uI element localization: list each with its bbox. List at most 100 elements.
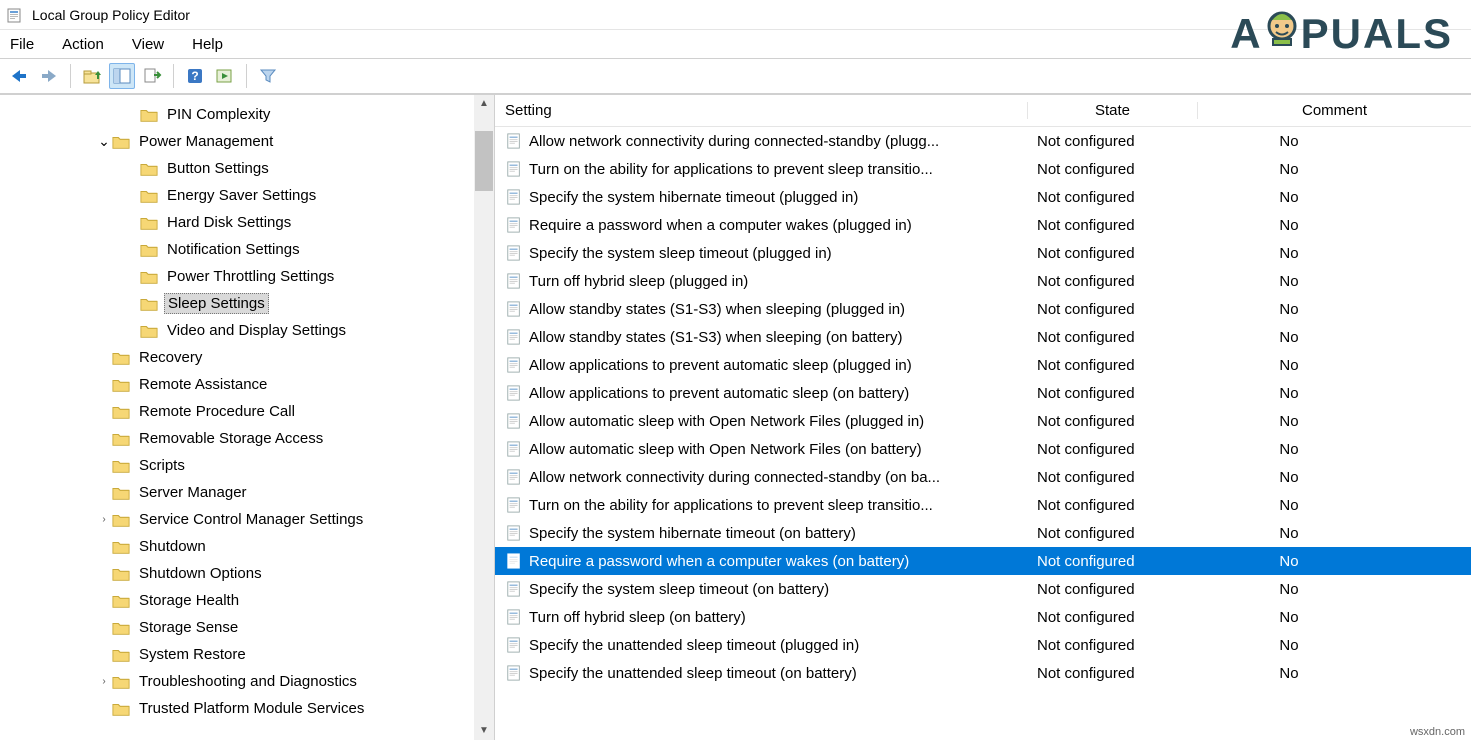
setting-row[interactable]: Specify the system hibernate timeout (pl…	[495, 183, 1471, 211]
filter-button[interactable]	[255, 63, 281, 89]
setting-row[interactable]: Require a password when a computer wakes…	[495, 547, 1471, 575]
menu-file[interactable]: File	[10, 36, 34, 53]
export-list-button[interactable]	[139, 63, 165, 89]
back-button[interactable]	[6, 63, 32, 89]
policy-icon	[503, 441, 525, 457]
tree-item-label: Recovery	[136, 348, 205, 367]
folder-icon	[140, 188, 158, 204]
setting-comment: No	[1197, 301, 1471, 318]
watermark-head-icon	[1259, 6, 1305, 62]
scroll-thumb[interactable]	[475, 131, 493, 191]
tree-item[interactable]: Trusted Platform Module Services	[0, 695, 494, 722]
column-state[interactable]: State	[1027, 102, 1197, 119]
tree-item-label: Troubleshooting and Diagnostics	[136, 672, 360, 691]
column-setting[interactable]: Setting	[495, 102, 1027, 119]
tree-item[interactable]: Energy Saver Settings	[0, 182, 494, 209]
expand-icon[interactable]: ›	[96, 676, 112, 687]
scroll-up-icon[interactable]: ▲	[479, 95, 489, 113]
folder-tree[interactable]: PIN Complexity ⌄Power ManagementButton Se…	[0, 101, 494, 722]
show-button[interactable]	[212, 63, 238, 89]
tree-item-label: PIN Complexity	[164, 105, 273, 124]
settings-list[interactable]: Allow network connectivity during connec…	[495, 127, 1471, 740]
forward-button[interactable]	[36, 63, 62, 89]
tree-item[interactable]: PIN Complexity	[0, 101, 494, 128]
policy-icon	[503, 581, 525, 597]
help-button[interactable]: ?	[182, 63, 208, 89]
setting-row[interactable]: Specify the system hibernate timeout (on…	[495, 519, 1471, 547]
policy-icon	[503, 525, 525, 541]
folder-icon	[112, 701, 130, 717]
setting-row[interactable]: Allow network connectivity during connec…	[495, 463, 1471, 491]
tree-item[interactable]: Shutdown Options	[0, 560, 494, 587]
setting-name: Specify the system sleep timeout (on bat…	[529, 581, 1027, 598]
setting-comment: No	[1197, 441, 1471, 458]
policy-icon	[503, 637, 525, 653]
toolbar-separator-3	[246, 64, 247, 88]
collapse-icon[interactable]: ⌄	[96, 133, 112, 150]
setting-name: Allow network connectivity during connec…	[529, 469, 1027, 486]
setting-state: Not configured	[1027, 553, 1197, 570]
setting-row[interactable]: Allow automatic sleep with Open Network …	[495, 435, 1471, 463]
setting-name: Allow standby states (S1-S3) when sleepi…	[529, 329, 1027, 346]
scroll-down-icon[interactable]: ▼	[479, 722, 489, 740]
setting-state: Not configured	[1027, 245, 1197, 262]
tree-item[interactable]: › Troubleshooting and Diagnostics	[0, 668, 494, 695]
tree-item[interactable]: ⌄Power Management	[0, 128, 494, 155]
setting-comment: No	[1197, 133, 1471, 150]
tree-item[interactable]: Hard Disk Settings	[0, 209, 494, 236]
tree-item[interactable]: Storage Health	[0, 587, 494, 614]
setting-row[interactable]: Turn off hybrid sleep (plugged in)Not co…	[495, 267, 1471, 295]
menu-help[interactable]: Help	[192, 36, 223, 53]
tree-item[interactable]: Server Manager	[0, 479, 494, 506]
tree-item[interactable]: Power Throttling Settings	[0, 263, 494, 290]
tree-item[interactable]: Removable Storage Access	[0, 425, 494, 452]
tree-item[interactable]: Storage Sense	[0, 614, 494, 641]
setting-row[interactable]: Allow automatic sleep with Open Network …	[495, 407, 1471, 435]
up-one-level-button[interactable]	[79, 63, 105, 89]
tree-item[interactable]: System Restore	[0, 641, 494, 668]
tree-item[interactable]: Button Settings	[0, 155, 494, 182]
policy-icon	[503, 385, 525, 401]
setting-row[interactable]: Allow applications to prevent automatic …	[495, 379, 1471, 407]
tree-item[interactable]: Sleep Settings	[0, 290, 494, 317]
setting-row[interactable]: Specify the system sleep timeout (on bat…	[495, 575, 1471, 603]
setting-row[interactable]: Turn on the ability for applications to …	[495, 491, 1471, 519]
show-hide-tree-button[interactable]	[109, 63, 135, 89]
tree-item[interactable]: Video and Display Settings	[0, 317, 494, 344]
tree-scrollbar[interactable]: ▲ ▼	[474, 95, 494, 740]
setting-name: Turn on the ability for applications to …	[529, 497, 1027, 514]
tree-item[interactable]: Scripts	[0, 452, 494, 479]
tree-item[interactable]: Remote Procedure Call	[0, 398, 494, 425]
setting-row[interactable]: Specify the unattended sleep timeout (pl…	[495, 631, 1471, 659]
folder-icon	[112, 566, 130, 582]
folder-icon	[112, 404, 130, 420]
content: PIN Complexity ⌄Power ManagementButton Se…	[0, 94, 1471, 740]
policy-icon	[503, 161, 525, 177]
column-headers[interactable]: Setting State Comment	[495, 95, 1471, 127]
expand-icon[interactable]: ›	[96, 514, 112, 525]
tree-item[interactable]: Notification Settings	[0, 236, 494, 263]
setting-name: Turn off hybrid sleep (plugged in)	[529, 273, 1027, 290]
setting-row[interactable]: Turn off hybrid sleep (on battery)Not co…	[495, 603, 1471, 631]
setting-row[interactable]: Specify the system sleep timeout (plugge…	[495, 239, 1471, 267]
policy-icon	[503, 413, 525, 429]
menu-view[interactable]: View	[132, 36, 164, 53]
setting-row[interactable]: Require a password when a computer wakes…	[495, 211, 1471, 239]
tree-item[interactable]: Remote Assistance	[0, 371, 494, 398]
setting-row[interactable]: Allow standby states (S1-S3) when sleepi…	[495, 295, 1471, 323]
setting-row[interactable]: Turn on the ability for applications to …	[495, 155, 1471, 183]
setting-row[interactable]: Allow network connectivity during connec…	[495, 127, 1471, 155]
setting-comment: No	[1197, 273, 1471, 290]
tree-item[interactable]: Shutdown	[0, 533, 494, 560]
tree-item[interactable]: ›Service Control Manager Settings	[0, 506, 494, 533]
setting-row[interactable]: Specify the unattended sleep timeout (on…	[495, 659, 1471, 687]
column-comment[interactable]: Comment	[1197, 102, 1471, 119]
menu-action[interactable]: Action	[62, 36, 104, 53]
setting-state: Not configured	[1027, 665, 1197, 682]
setting-state: Not configured	[1027, 329, 1197, 346]
setting-row[interactable]: Allow standby states (S1-S3) when sleepi…	[495, 323, 1471, 351]
setting-row[interactable]: Allow applications to prevent automatic …	[495, 351, 1471, 379]
tree-item[interactable]: Recovery	[0, 344, 494, 371]
setting-state: Not configured	[1027, 581, 1197, 598]
setting-state: Not configured	[1027, 469, 1197, 486]
